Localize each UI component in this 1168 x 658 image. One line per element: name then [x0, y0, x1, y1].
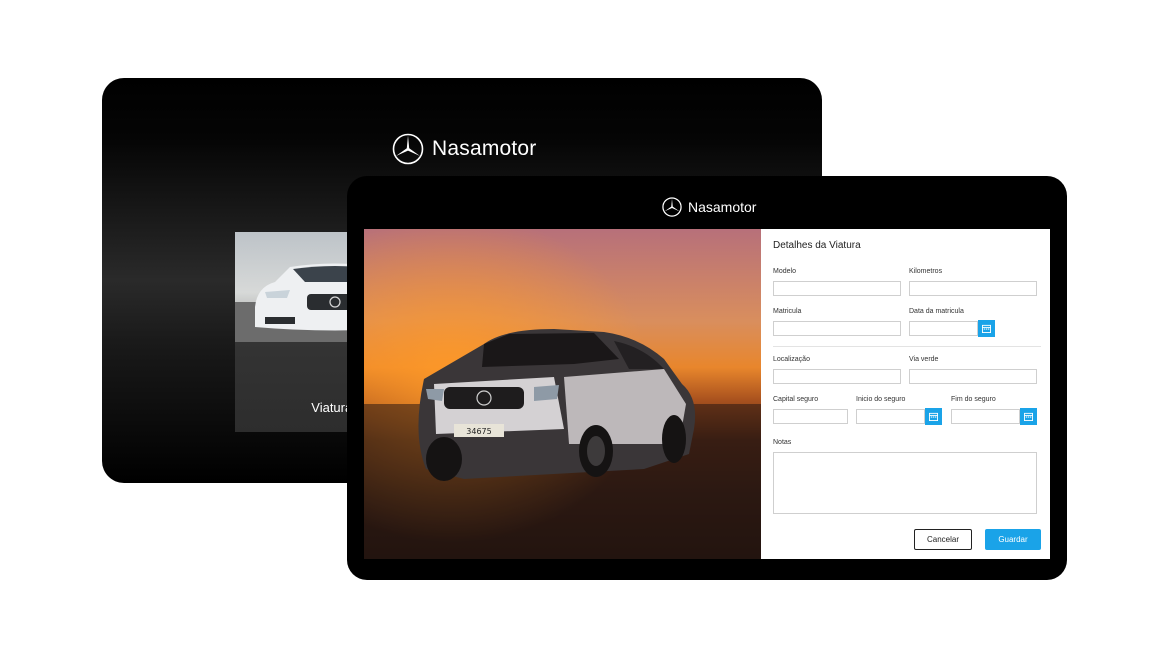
cancel-button[interactable]: Cancelar — [914, 529, 972, 550]
save-button[interactable]: Guardar — [985, 529, 1041, 550]
inicio-seguro-label: Inicio do seguro — [856, 396, 906, 403]
calendar-icon — [1024, 412, 1033, 421]
vehicle-details-form: Detalhes da Viatura Modelo Kilometros Ma… — [761, 229, 1050, 559]
data-matricula-input[interactable] — [909, 321, 978, 336]
brand-logo-icon — [392, 133, 424, 165]
inicio-seguro-calendar-button[interactable] — [925, 408, 942, 425]
kilometros-label: Kilometros — [909, 268, 943, 275]
fim-seguro-label: Fim do seguro — [951, 396, 996, 403]
data-matricula-calendar-button[interactable] — [978, 320, 995, 337]
form-title: Detalhes da Viatura — [773, 240, 861, 251]
calendar-icon — [929, 412, 938, 421]
kilometros-input[interactable] — [909, 281, 1037, 296]
via-verde-input[interactable] — [909, 369, 1037, 384]
matricula-input[interactable] — [773, 321, 901, 336]
fim-seguro-calendar-button[interactable] — [1020, 408, 1037, 425]
brand-name: Nasamotor — [432, 137, 537, 160]
inicio-seguro-input[interactable] — [856, 409, 925, 424]
front-brand-header: Nasamotor — [662, 197, 756, 217]
vehicle-photo: 34675 — [364, 229, 761, 559]
localizacao-label: Localização — [773, 356, 810, 363]
localizacao-input[interactable] — [773, 369, 901, 384]
back-brand-header: Nasamotor — [392, 133, 537, 165]
fim-seguro-input[interactable] — [951, 409, 1020, 424]
modelo-label: Modelo — [773, 268, 796, 275]
capital-seguro-label: Capital seguro — [773, 396, 819, 403]
via-verde-label: Via verde — [909, 356, 939, 363]
brand-name: Nasamotor — [688, 199, 757, 215]
matricula-label: Matricula — [773, 308, 802, 315]
capital-seguro-input[interactable] — [773, 409, 848, 424]
notas-textarea[interactable] — [773, 452, 1037, 514]
brand-logo-icon — [662, 197, 682, 217]
front-tablet: Nasamotor 34675 Detalhes da Viatura Mode… — [347, 176, 1067, 580]
suv-sunset-image: 34675 — [364, 229, 761, 559]
notas-label: Notas — [773, 439, 792, 446]
form-divider — [773, 346, 1041, 347]
modelo-input[interactable] — [773, 281, 901, 296]
license-plate: 34675 — [466, 427, 491, 436]
calendar-icon — [982, 324, 991, 333]
data-matricula-label: Data da matricula — [909, 308, 964, 315]
